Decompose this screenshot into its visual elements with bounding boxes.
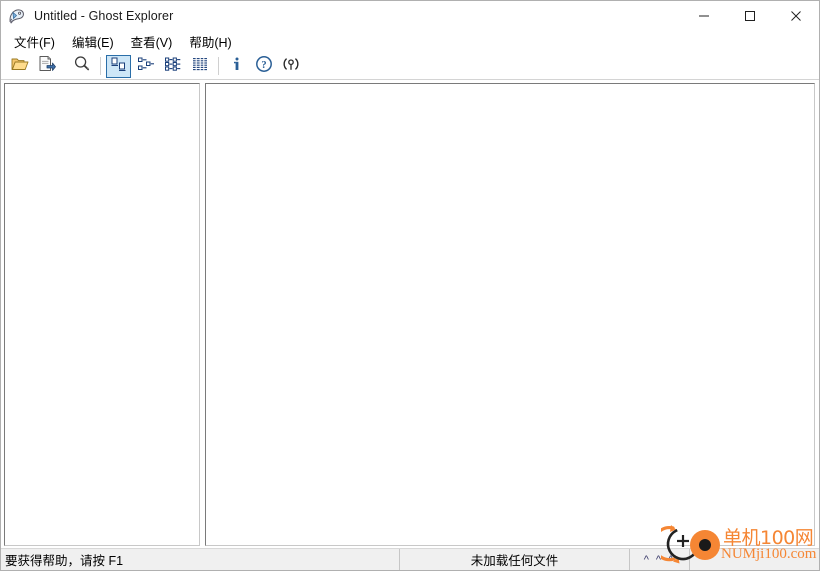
info-icon	[230, 56, 244, 77]
view-small-icons-button[interactable]	[133, 55, 158, 78]
window-controls	[681, 1, 819, 31]
open-folder-button[interactable]	[7, 55, 32, 78]
details-view-icon	[191, 56, 209, 77]
minimize-button[interactable]	[681, 1, 727, 31]
status-help-text: 要获得帮助，请按 F1	[5, 554, 124, 568]
toolbar: ?	[1, 53, 819, 80]
menu-file[interactable]: 文件(F)	[7, 30, 62, 54]
svg-text:?: ?	[261, 60, 266, 71]
status-bar: 要获得帮助，请按 F1 未加载任何文件 ^ ^ ^	[1, 548, 819, 570]
file-list-pane[interactable]	[205, 83, 815, 546]
menu-view[interactable]: 查看(V)	[124, 30, 180, 54]
about-button[interactable]	[278, 55, 303, 78]
menu-edit[interactable]: 编辑(E)	[65, 30, 121, 54]
magnifier-icon	[73, 55, 91, 77]
find-button[interactable]	[69, 55, 94, 78]
about-icon	[282, 55, 300, 78]
window-title: Untitled - Ghost Explorer	[34, 9, 174, 23]
extract-file-icon	[38, 55, 56, 77]
extract-button[interactable]	[34, 55, 59, 78]
status-end-cell	[689, 549, 819, 570]
help-button[interactable]: ?	[251, 55, 276, 78]
menu-help[interactable]: 帮助(H)	[182, 30, 238, 54]
ghost-explorer-window: Untitled - Ghost Explorer 文件(F) 编辑(E) 查看…	[0, 0, 820, 571]
toolbar-separator-1	[100, 57, 101, 75]
small-icons-icon	[137, 56, 155, 77]
close-button[interactable]	[773, 1, 819, 31]
image-info-button[interactable]	[224, 55, 249, 78]
ghost-app-icon	[6, 5, 28, 27]
title-bar: Untitled - Ghost Explorer	[1, 1, 819, 31]
status-caret-indicator: ^ ^ ^	[629, 549, 689, 570]
view-details-button[interactable]	[187, 55, 212, 78]
view-list-button[interactable]	[160, 55, 185, 78]
view-large-icons-button[interactable]	[106, 54, 131, 78]
menu-bar: 文件(F) 编辑(E) 查看(V) 帮助(H)	[1, 31, 819, 53]
folder-tree-pane[interactable]	[4, 83, 200, 546]
status-file-state: 未加载任何文件	[399, 549, 629, 570]
large-icons-icon	[110, 56, 128, 77]
list-view-icon	[164, 56, 182, 77]
toolbar-separator-2	[218, 57, 219, 75]
question-mark-icon: ?	[255, 55, 273, 78]
open-folder-icon	[11, 56, 29, 77]
maximize-button[interactable]	[727, 1, 773, 31]
work-area	[1, 80, 819, 548]
